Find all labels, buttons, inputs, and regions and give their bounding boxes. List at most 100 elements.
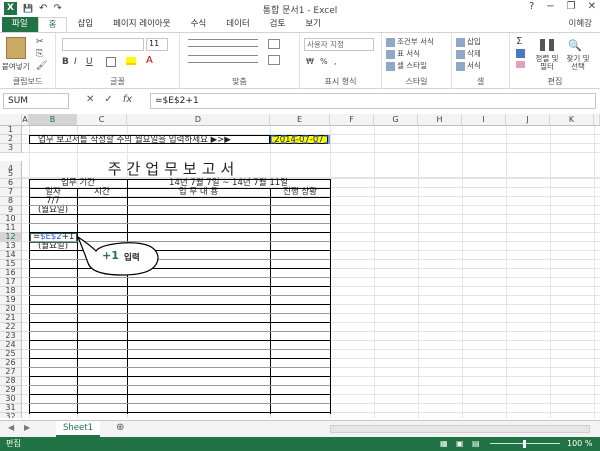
table-row-border [29,349,330,350]
enter-icon[interactable]: ✓ [104,94,112,105]
editing-group: Σ 정렬 및 필터 🔍 찾기 및 선택 편집 [510,33,600,89]
merge-cells-icon[interactable] [268,55,280,65]
delete-button[interactable]: 삭제 [456,48,481,59]
gridline [550,126,551,418]
font-color-icon[interactable]: A [146,55,153,66]
view-normal-icon[interactable]: ▦ [440,437,448,451]
table-row-border [29,223,330,224]
tab-file[interactable]: 파일 [2,17,38,32]
scroll-left-icon[interactable]: ◀ [8,423,14,432]
gridline [594,126,595,418]
column-header-j[interactable]: J [506,114,550,126]
restore-icon[interactable]: ❐ [567,1,576,12]
font-size-select[interactable]: 11 [146,38,168,51]
report-heading: 주간업무보고서 [107,160,240,178]
currency-icon[interactable]: ₩ [306,57,314,66]
tab-data[interactable]: 데이터 [216,17,259,32]
cut-icon[interactable]: ✂ [36,37,44,47]
alignment-label: 맞춤 [232,77,247,86]
cell-styles-button[interactable]: 셀 스타일 [386,60,427,71]
column-header-k[interactable]: K [550,114,594,126]
zoom-slider-thumb[interactable] [523,440,526,448]
italic-icon[interactable]: I [74,57,77,67]
column-header-g[interactable]: G [374,114,418,126]
zoom-level[interactable]: 100 % [567,437,592,451]
gridline [506,126,507,418]
column-header-b[interactable]: B [29,114,77,126]
column-header-c[interactable]: C [77,114,127,126]
find-select-button[interactable]: 찾기 및 선택 [562,55,594,71]
styles-group: 조건부 서식 표 서식 셀 스타일 스타일 [382,33,452,89]
comma-icon[interactable]: , [334,57,337,66]
format-painter-icon[interactable]: 🖌 [36,61,47,71]
underline-icon[interactable]: U [86,57,93,67]
bold-icon[interactable]: B [62,57,69,67]
new-sheet-icon[interactable]: ⊕ [116,422,124,433]
user-name[interactable]: 이혜강 [569,17,592,32]
sheet-tab-sheet1[interactable]: Sheet1 [56,421,100,437]
gridline [462,126,463,418]
tab-insert[interactable]: 삽입 [67,17,103,32]
cancel-icon[interactable]: ✕ [86,94,94,105]
table-row-border [29,394,330,395]
formula-buttons: ✕ ✓ fx [86,94,132,105]
column-header-d[interactable]: D [127,114,270,126]
number-format-select[interactable]: 사용자 지정 [304,38,374,51]
autosum-icon[interactable]: Σ [516,36,522,47]
column-header-h[interactable]: H [418,114,462,126]
scroll-right-icon[interactable]: ▶ [24,423,30,432]
tab-formulas[interactable]: 수식 [181,17,217,32]
name-box[interactable]: SUM [3,93,69,109]
paste-icon[interactable] [6,37,26,59]
font-group: 11 B I U A 글꼴 [56,33,180,89]
format-button[interactable]: 서식 [456,60,481,71]
clear-icon[interactable] [516,61,525,68]
fill-color-icon[interactable] [126,57,136,65]
wrap-text-icon[interactable] [268,39,280,49]
ribbon: 붙여넣기 ✂ ⎘ 🖌 클립보드 11 B I U A 글꼴 맞춤 사용자 지정 … [0,32,600,89]
horizontal-scrollbar[interactable] [330,425,590,433]
editing-label: 편집 [547,77,563,86]
row-header-3[interactable]: 3 [0,144,22,153]
find-icon[interactable]: 🔍 [568,39,582,52]
column-header-i[interactable]: I [462,114,506,126]
percent-icon[interactable]: % [320,57,328,66]
align-top-icon[interactable] [188,39,258,47]
view-page-break-icon[interactable]: ▤ [472,437,480,451]
tab-review[interactable]: 검토 [260,17,296,32]
formula-input[interactable]: =$E$2+1 [150,93,596,109]
copy-icon[interactable]: ⎘ [36,49,43,59]
column-header-a[interactable]: A [22,114,29,126]
styles-label: 스타일 [405,77,428,86]
view-page-layout-icon[interactable]: ▣ [456,437,464,451]
table-row-border [29,358,330,359]
worksheet-grid[interactable]: A B C D E F G H I J K 1 2 3 4 5 6 7 8 9 10 11 12 13 1… [0,114,600,418]
status-bar: 편집 ▦ ▣ ▤ 100 % [0,437,600,451]
sort-filter-icon[interactable] [540,39,554,51]
border-icon[interactable] [106,57,116,67]
close-icon[interactable]: ✕ [588,1,596,12]
insert-function-icon[interactable]: fx [123,94,132,105]
fill-icon[interactable] [516,49,525,58]
help-icon[interactable]: ? [529,1,534,12]
format-label: 서식 [467,61,481,70]
tab-home[interactable]: 홈 [37,17,68,32]
conditional-format-button[interactable]: 조건부 서식 [386,36,434,47]
paste-button[interactable]: 붙여넣기 [2,61,30,72]
tab-page-layout[interactable]: 페이지 레이아웃 [103,17,180,32]
tab-view[interactable]: 보기 [295,17,331,32]
align-center-icon[interactable] [188,55,258,63]
row-header-32[interactable]: 32 [0,413,22,418]
sort-filter-button[interactable]: 정렬 및 필터 [534,55,560,71]
format-icon [456,61,465,71]
font-name-select[interactable] [62,38,144,51]
table-row-border [29,304,330,305]
format-table-button[interactable]: 표 서식 [386,48,420,59]
annotation-text: 입력 [124,253,140,263]
column-header-f[interactable]: F [330,114,374,126]
minimize-icon[interactable]: − [546,1,554,12]
column-header-l[interactable] [594,114,600,126]
insert-button[interactable]: 삽입 [456,36,481,47]
column-header-e[interactable]: E [270,114,330,126]
number-group: 사용자 지정 ₩ % , 표시 형식 [300,33,382,89]
